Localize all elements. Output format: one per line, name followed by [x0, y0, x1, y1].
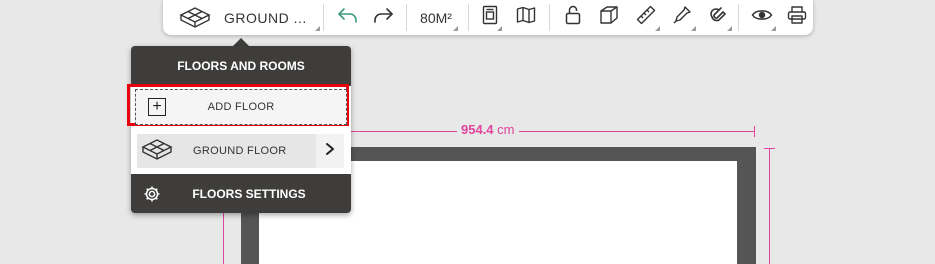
floor-expand-button[interactable] [316, 134, 344, 168]
floor-item-ground[interactable]: GROUND FLOOR [137, 134, 344, 168]
redo-button[interactable] [366, 0, 400, 35]
eyedropper-button[interactable] [665, 0, 699, 35]
wall-right[interactable] [737, 147, 756, 264]
toolbar-divider [323, 4, 324, 31]
panel-title: FLOORS AND ROOMS [177, 59, 305, 73]
dropdown-corner-icon [691, 26, 696, 31]
dropdown-corner-icon [315, 26, 320, 31]
cube-3d-icon [599, 5, 619, 30]
dropdown-corner-icon [497, 26, 502, 31]
dropdown-corner-icon [727, 26, 732, 31]
lock-icon [565, 5, 581, 30]
undo-icon [337, 7, 359, 28]
area-label: 80M² [420, 9, 452, 26]
magnet-icon [708, 5, 728, 30]
undo-button[interactable] [331, 0, 365, 35]
floor-selector-button[interactable]: GROUND ... [163, 0, 323, 35]
panel-pointer [233, 38, 249, 46]
dimension-line-vertical [769, 148, 770, 264]
floorplan-2d-button[interactable] [475, 0, 505, 35]
dimension-unit: cm [497, 122, 515, 137]
eye-icon [751, 8, 773, 27]
view-button[interactable] [745, 0, 779, 35]
main-toolbar: GROUND ... 80M² [163, 0, 813, 35]
floor-3d-icon [141, 138, 173, 167]
chevron-right-icon [325, 142, 335, 161]
ruler-icon [636, 5, 656, 30]
toolbar-divider [738, 4, 739, 31]
print-icon [787, 5, 807, 30]
toolbar-divider [549, 4, 550, 31]
redo-icon [372, 7, 394, 28]
ruler-button[interactable] [629, 0, 663, 35]
eyedropper-icon [672, 5, 692, 30]
floors-settings-button[interactable]: FLOORS SETTINGS [131, 174, 351, 213]
map-icon [516, 6, 536, 29]
dimension-label: 954.4 cm [457, 122, 519, 137]
floor-item-label: GROUND FLOOR [193, 145, 287, 157]
toolbar-divider [468, 4, 469, 31]
dropdown-corner-icon [771, 26, 776, 31]
area-button[interactable]: 80M² [411, 0, 461, 35]
print-button[interactable] [781, 0, 813, 35]
add-floor-label: ADD FLOOR [207, 101, 275, 113]
dimension-line-left [223, 213, 224, 264]
dimension-tick-top [764, 148, 775, 149]
toolbar-divider [406, 4, 407, 31]
floor-3d-icon [179, 6, 211, 35]
cube-3d-button[interactable] [593, 0, 625, 35]
map-button[interactable] [509, 0, 543, 35]
add-floor-button[interactable]: + ADD FLOOR [135, 89, 347, 125]
floors-settings-label: FLOORS SETTINGS [192, 186, 306, 201]
floor-selector-label: GROUND ... [224, 9, 307, 26]
dropdown-corner-icon [655, 26, 660, 31]
dropdown-corner-icon [453, 26, 458, 31]
dimension-tick-right [754, 126, 755, 137]
floorplan-2d-icon [482, 5, 498, 30]
floors-list: + ADD FLOOR GROUND FLOOR [127, 84, 351, 174]
magnet-button[interactable] [701, 0, 735, 35]
lock-button[interactable] [558, 0, 588, 35]
dimension-value: 954.4 [461, 122, 494, 137]
floors-panel: FLOORS AND ROOMS + ADD FLOOR GROUND FLOO… [127, 46, 351, 213]
